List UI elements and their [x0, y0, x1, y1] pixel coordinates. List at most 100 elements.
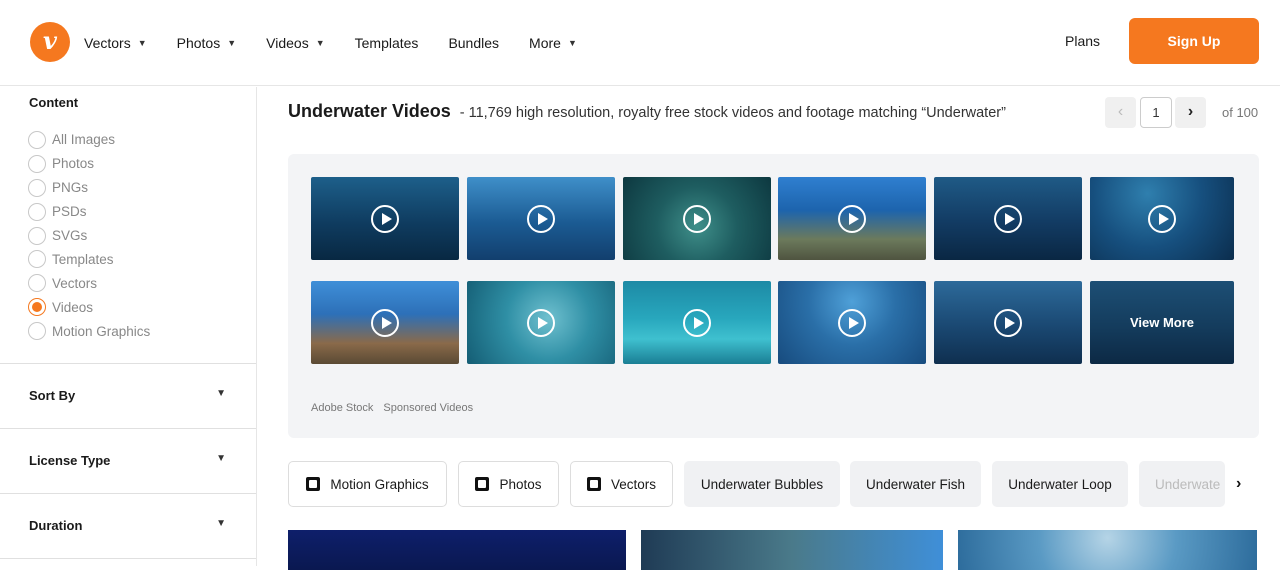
content-option-all-images[interactable]: All Images: [28, 128, 150, 152]
nav-templates[interactable]: Templates: [355, 35, 419, 51]
video-thumbnail[interactable]: [467, 177, 615, 260]
radio-button[interactable]: [28, 322, 46, 341]
content-option-svgs[interactable]: SVGs: [28, 224, 150, 248]
content-option-motion-graphics[interactable]: Motion Graphics: [28, 319, 150, 343]
play-icon[interactable]: [527, 308, 555, 337]
play-icon[interactable]: [838, 204, 866, 233]
page-total: of 100: [1222, 105, 1259, 120]
content-option-label: Templates: [52, 251, 114, 267]
photo-icon: [475, 477, 490, 491]
video-thumbnail[interactable]: [1090, 177, 1234, 260]
content-filter-title: Content: [29, 95, 79, 110]
video-thumbnail[interactable]: [311, 281, 459, 364]
chevron-down-icon: ▼: [315, 38, 325, 48]
chevron-down-icon: ▼: [567, 38, 577, 48]
vector-icon: [586, 477, 601, 491]
radio-button[interactable]: [28, 202, 46, 221]
content-option-label: Videos: [52, 299, 94, 315]
chevron-right-icon[interactable]: ›: [1175, 97, 1206, 128]
chevron-down-icon: ▼: [216, 388, 226, 399]
page-number-input[interactable]: 1: [1140, 97, 1172, 128]
radio-button[interactable]: [28, 178, 46, 197]
content-option-photos[interactable]: Photos: [28, 152, 150, 176]
vecteezy-logo[interactable]: v: [30, 22, 70, 62]
content-option-pngs[interactable]: PNGs: [28, 176, 150, 200]
content-option-label: SVGs: [52, 228, 88, 243]
chip-underwater-loop[interactable]: Underwater Loop: [992, 461, 1128, 507]
chip-label: Vectors: [610, 476, 657, 492]
video-thumbnail[interactable]: [934, 177, 1082, 260]
radio-button-selected[interactable]: [28, 298, 46, 317]
nav-videos[interactable]: Videos ▼: [266, 35, 324, 51]
result-thumbnail[interactable]: [288, 530, 626, 570]
content-option-vectors[interactable]: Vectors: [28, 271, 150, 295]
radio-button[interactable]: [28, 130, 46, 149]
nav-photos[interactable]: Photos ▼: [177, 35, 237, 51]
chevron-down-icon: ▼: [227, 38, 237, 48]
nav-videos-label: Videos: [266, 35, 309, 51]
video-thumbnail[interactable]: [778, 281, 926, 364]
radio-button[interactable]: [28, 226, 46, 245]
chip-underwater-fish[interactable]: Underwater Fish: [850, 461, 981, 507]
nav-bundles-label: Bundles: [448, 35, 500, 51]
chip-underwater-bubbles[interactable]: Underwater Bubbles: [684, 461, 840, 507]
view-more-tile[interactable]: View More: [1090, 281, 1234, 364]
nav-vectors-label: Vectors: [84, 35, 131, 51]
play-icon[interactable]: [1148, 204, 1176, 233]
result-thumbnail[interactable]: [958, 530, 1257, 570]
chip-label: Underwater Loop: [1008, 476, 1112, 492]
filter-label: Duration: [29, 518, 83, 533]
results-subtitle: - 11,769 high resolution, royalty free s…: [459, 105, 1006, 121]
chevron-down-icon: ▼: [137, 38, 147, 48]
video-thumbnail[interactable]: [778, 177, 926, 260]
video-thumbnail[interactable]: [934, 281, 1082, 364]
chip-motion-graphics[interactable]: Motion Graphics: [288, 461, 447, 507]
chip-vectors[interactable]: Vectors: [570, 461, 673, 507]
sponsor-label: Sponsored Videos: [383, 402, 474, 414]
motion-graphics-icon: [306, 477, 321, 491]
play-icon[interactable]: [683, 204, 711, 233]
chip-label: Motion Graphics: [330, 476, 429, 492]
content-option-label: Vectors: [52, 275, 98, 291]
chip-underwater-more[interactable]: Underwate: [1139, 461, 1225, 507]
play-icon[interactable]: [527, 204, 555, 233]
chevron-left-icon[interactable]: ‹: [1105, 97, 1136, 128]
radio-button[interactable]: [28, 250, 46, 269]
sponsor-source: Adobe Stock: [311, 402, 374, 414]
filter-label: Sort By: [29, 388, 76, 403]
filter-duration[interactable]: Duration ▼: [0, 493, 256, 558]
play-icon[interactable]: [371, 204, 399, 233]
signup-button[interactable]: Sign Up: [1129, 18, 1259, 64]
video-thumbnail[interactable]: [623, 177, 771, 260]
video-thumbnail[interactable]: [311, 177, 459, 260]
chevron-down-icon: ▼: [216, 518, 226, 529]
chip-photos[interactable]: Photos: [458, 461, 559, 507]
content-option-label: PNGs: [52, 180, 89, 196]
filter-sidebar: Content All Images Photos PNGs PSDs SVGs…: [0, 87, 257, 566]
content-option-label: Motion Graphics: [52, 323, 151, 339]
chip-label: Underwater Bubbles: [700, 476, 824, 492]
video-thumbnail[interactable]: [467, 281, 615, 364]
video-thumbnail[interactable]: [623, 281, 771, 364]
result-thumbnail[interactable]: [641, 530, 943, 570]
radio-button[interactable]: [28, 274, 46, 293]
chevron-right-icon[interactable]: ›: [1236, 475, 1241, 493]
content-option-psds[interactable]: PSDs: [28, 200, 150, 224]
nav-more[interactable]: More ▼: [529, 35, 577, 51]
content-option-templates[interactable]: Templates: [28, 247, 150, 271]
content-option-label: All Images: [52, 132, 116, 148]
nav-vectors[interactable]: Vectors ▼: [84, 35, 147, 51]
filter-license-type[interactable]: License Type ▼: [0, 428, 256, 493]
play-icon[interactable]: [994, 204, 1022, 233]
play-icon[interactable]: [994, 308, 1022, 337]
content-option-videos[interactable]: Videos: [28, 295, 150, 319]
filter-sort-by[interactable]: Sort By ▼: [0, 363, 256, 428]
plans-link[interactable]: Plans: [1065, 33, 1100, 49]
play-icon[interactable]: [683, 308, 711, 337]
play-icon[interactable]: [371, 308, 399, 337]
content-option-label: Photos: [52, 156, 95, 172]
radio-button[interactable]: [28, 154, 46, 173]
nav-bundles[interactable]: Bundles: [448, 35, 499, 51]
content-option-label: PSDs: [52, 204, 87, 220]
play-icon[interactable]: [838, 308, 866, 337]
